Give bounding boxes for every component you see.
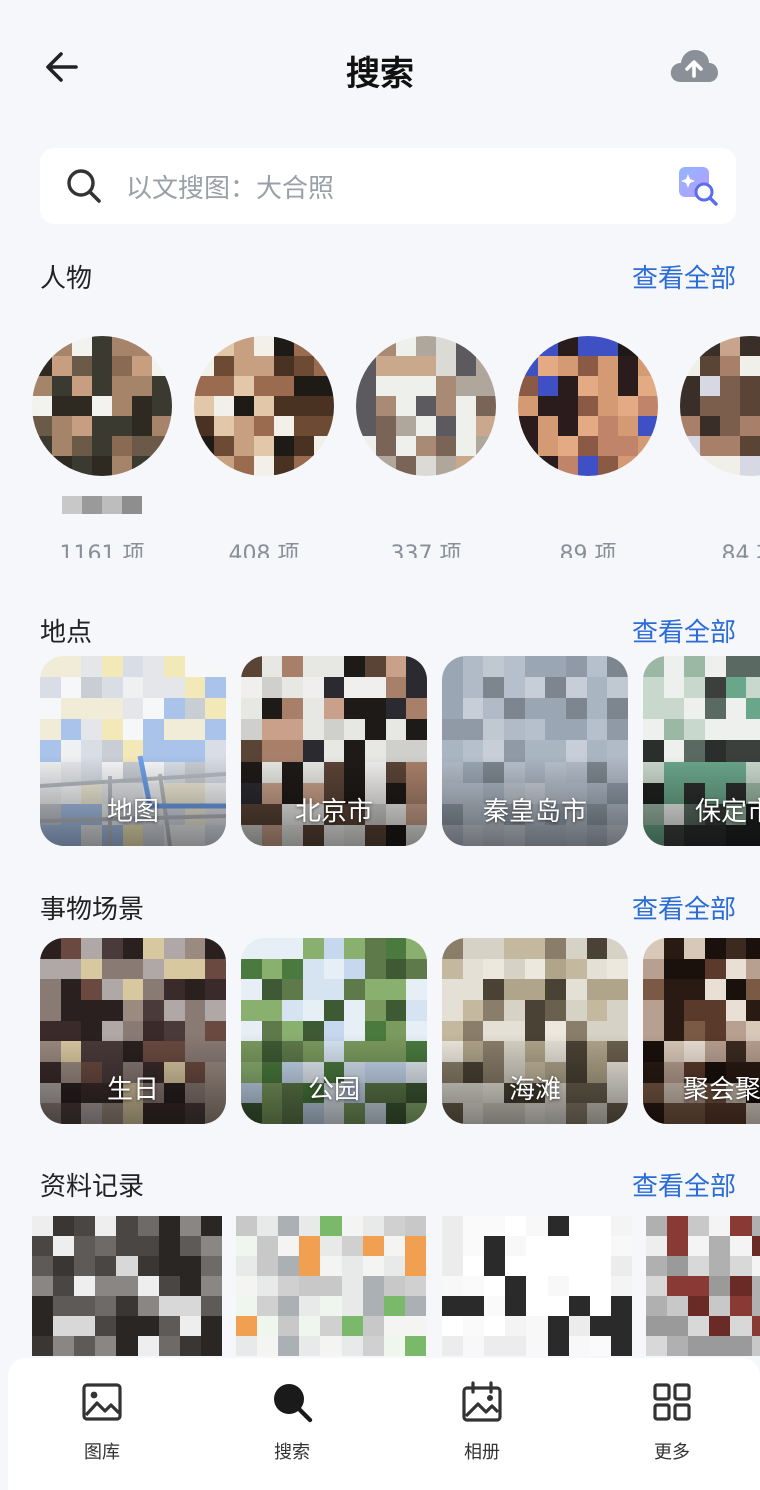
place-label: 保定市 — [695, 797, 760, 827]
section-title-documents: 资料记录 — [40, 1172, 145, 1202]
scene-label: 海滩 — [508, 1075, 561, 1105]
top-bar: 搜索 — [0, 0, 760, 134]
bottom-nav: 图库 搜索 相册 更多 — [8, 1358, 760, 1490]
scene-label: 聚会聚餐 — [683, 1075, 760, 1105]
section-title-places: 地点 — [40, 618, 93, 648]
people-carousel[interactable]: 1161 项 408 项 337 项 89 项 84 项 — [0, 318, 760, 558]
section-title-scenes: 事物场景 — [40, 895, 145, 925]
place-card[interactable]: 秦皇岛市 — [442, 656, 628, 846]
person-item[interactable]: 337 项 — [356, 336, 496, 558]
person-item[interactable]: 89 项 — [518, 336, 658, 558]
document-thumbnail[interactable] — [236, 1216, 426, 1356]
document-thumbnail[interactable] — [646, 1216, 760, 1356]
see-all-places-link[interactable]: 查看全部 — [632, 612, 736, 649]
image-icon — [82, 1383, 122, 1421]
person-item[interactable]: 408 项 — [194, 336, 334, 558]
place-card[interactable]: 北京市 — [241, 656, 427, 846]
person-count: 337 项 — [390, 542, 462, 558]
search-input[interactable]: 以文搜图：大合照 — [126, 168, 334, 205]
person-name-redacted — [62, 496, 142, 514]
see-all-people-link[interactable]: 查看全部 — [632, 258, 736, 295]
nav-label: 搜索 — [274, 1442, 310, 1463]
place-label: 地图 — [106, 797, 159, 827]
scene-label: 公园 — [307, 1075, 360, 1105]
person-count: 89 项 — [559, 542, 617, 558]
avatar — [356, 336, 496, 476]
section-title-people: 人物 — [40, 264, 93, 294]
scene-card[interactable]: 生日 — [40, 938, 226, 1124]
nav-item-search[interactable]: 搜索 — [232, 1380, 352, 1464]
place-card-map[interactable]: 地图 — [40, 656, 226, 846]
scene-card[interactable]: 公园 — [241, 938, 427, 1124]
nav-label: 相册 — [464, 1442, 500, 1463]
scene-card[interactable]: 聚会聚餐 — [643, 938, 760, 1124]
place-label: 秦皇岛市 — [482, 797, 587, 827]
person-count: 84 项 — [721, 542, 760, 558]
see-all-scenes-link[interactable]: 查看全部 — [632, 889, 736, 926]
person-item[interactable]: 84 项 — [680, 336, 760, 558]
avatar — [194, 336, 334, 476]
avatar — [32, 336, 172, 476]
person-item[interactable]: 1161 项 — [32, 336, 172, 558]
place-label: 北京市 — [294, 797, 373, 827]
avatar — [518, 336, 658, 476]
place-card[interactable]: 保定市 — [643, 656, 760, 846]
search-icon — [67, 169, 101, 203]
album-icon — [462, 1381, 502, 1422]
avatar — [680, 336, 760, 476]
nav-item-gallery[interactable]: 图库 — [42, 1380, 162, 1464]
scene-label: 生日 — [106, 1075, 159, 1105]
document-thumbnail[interactable] — [32, 1216, 222, 1356]
ai-image-search-icon[interactable] — [676, 164, 720, 208]
nav-label: 图库 — [84, 1442, 120, 1463]
scene-card[interactable]: 海滩 — [442, 938, 628, 1124]
person-count: 408 项 — [228, 542, 300, 558]
nav-item-albums[interactable]: 相册 — [422, 1380, 542, 1464]
document-thumbnail[interactable] — [442, 1216, 632, 1356]
search-icon — [274, 1384, 313, 1423]
nav-label: 更多 — [654, 1442, 690, 1463]
grid-icon — [653, 1383, 691, 1421]
cloud-upload-icon — [670, 50, 718, 82]
search-bar[interactable]: 以文搜图：大合照 — [40, 148, 736, 224]
person-count: 1161 项 — [59, 542, 145, 558]
upload-button[interactable] — [668, 44, 720, 88]
page-title: 搜索 — [346, 54, 414, 94]
see-all-documents-link[interactable]: 查看全部 — [632, 1166, 736, 1203]
documents-carousel[interactable] — [0, 1216, 760, 1356]
nav-item-more[interactable]: 更多 — [612, 1380, 732, 1464]
